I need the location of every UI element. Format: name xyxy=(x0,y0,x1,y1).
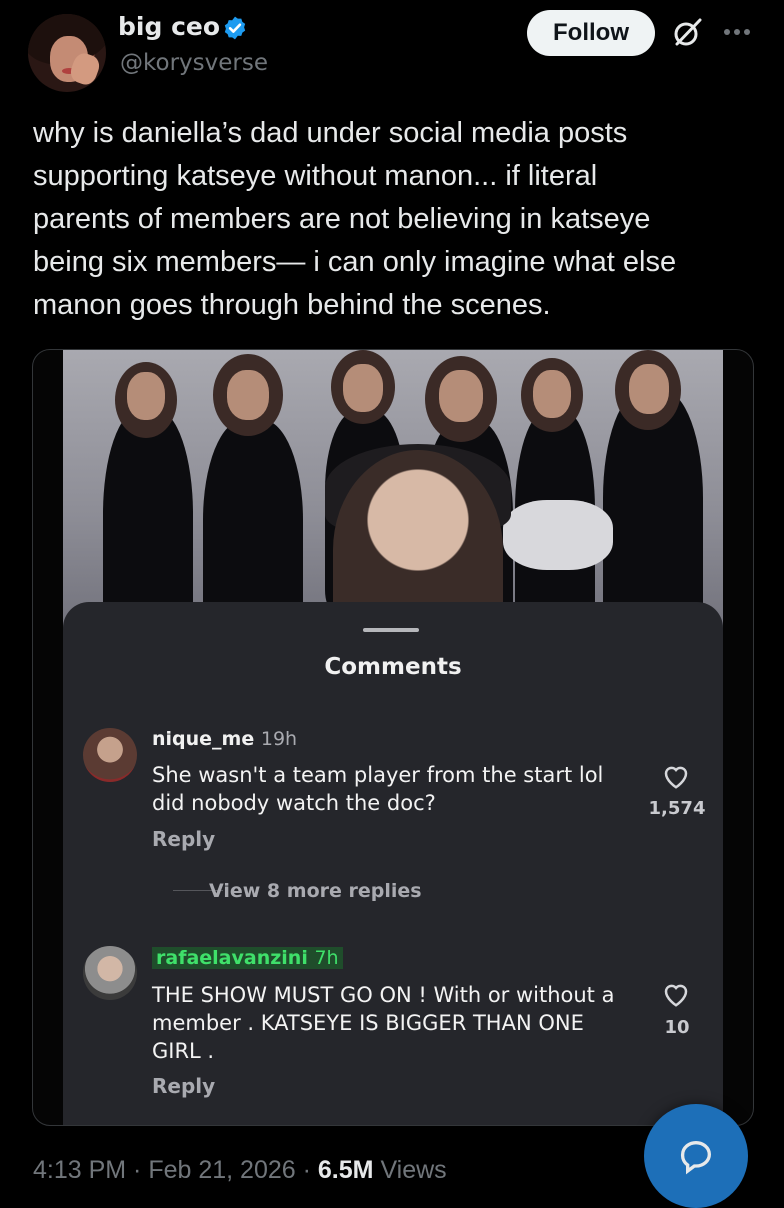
reply-button[interactable]: Reply xyxy=(152,1074,215,1098)
tweet-time[interactable]: 4:13 PM xyxy=(33,1156,126,1184)
views-label: Views xyxy=(380,1156,447,1184)
verified-badge-icon xyxy=(224,16,246,40)
tweet-date[interactable]: Feb 21, 2026 xyxy=(148,1156,295,1184)
view-more-replies[interactable]: View 8 more replies xyxy=(209,880,422,902)
reply-button[interactable]: Reply xyxy=(152,827,215,851)
more-icon[interactable] xyxy=(722,22,752,42)
comment-text: She wasn't a team player from the start … xyxy=(152,763,604,815)
author-avatar[interactable] xyxy=(28,14,106,92)
follow-button[interactable]: Follow xyxy=(527,10,655,56)
comments-title: Comments xyxy=(324,654,462,680)
like-count: 10 xyxy=(664,1017,690,1038)
tweet-meta: 4:13 PM · Feb 21, 2026 · 6.5M Views xyxy=(33,1156,447,1184)
comment-avatar[interactable] xyxy=(83,728,137,782)
author-handle[interactable]: @korysverse xyxy=(120,50,268,76)
comment-author[interactable]: rafaelavanzini 7h xyxy=(152,947,343,969)
heart-icon[interactable] xyxy=(661,762,691,790)
comment-username[interactable]: rafaelavanzini 7h xyxy=(152,947,343,969)
comment-time: 19h xyxy=(260,728,298,750)
comment-author[interactable]: nique_me 19h xyxy=(152,728,297,750)
reply-fab[interactable] xyxy=(644,1104,748,1208)
sheet-grabber[interactable] xyxy=(363,628,419,632)
comment-username[interactable]: nique_me xyxy=(152,728,254,750)
author-display-name[interactable]: big ceo xyxy=(118,12,220,41)
comments-sheet: Comments nique_me 19h She wasn't a team … xyxy=(63,602,723,1125)
like-count: 1,574 xyxy=(648,798,706,819)
tweet-media[interactable]: Comments nique_me 19h She wasn't a team … xyxy=(32,349,754,1126)
comment-avatar[interactable] xyxy=(83,946,137,1000)
chat-bubble-icon xyxy=(680,1141,711,1175)
grok-icon[interactable] xyxy=(670,16,704,50)
tweet-text: why is daniella’s dad under social media… xyxy=(33,117,677,321)
heart-icon[interactable] xyxy=(661,980,691,1008)
comment-text: THE SHOW MUST GO ON ! With or without a … xyxy=(152,983,615,1063)
views-count: 6.5M xyxy=(317,1156,374,1184)
